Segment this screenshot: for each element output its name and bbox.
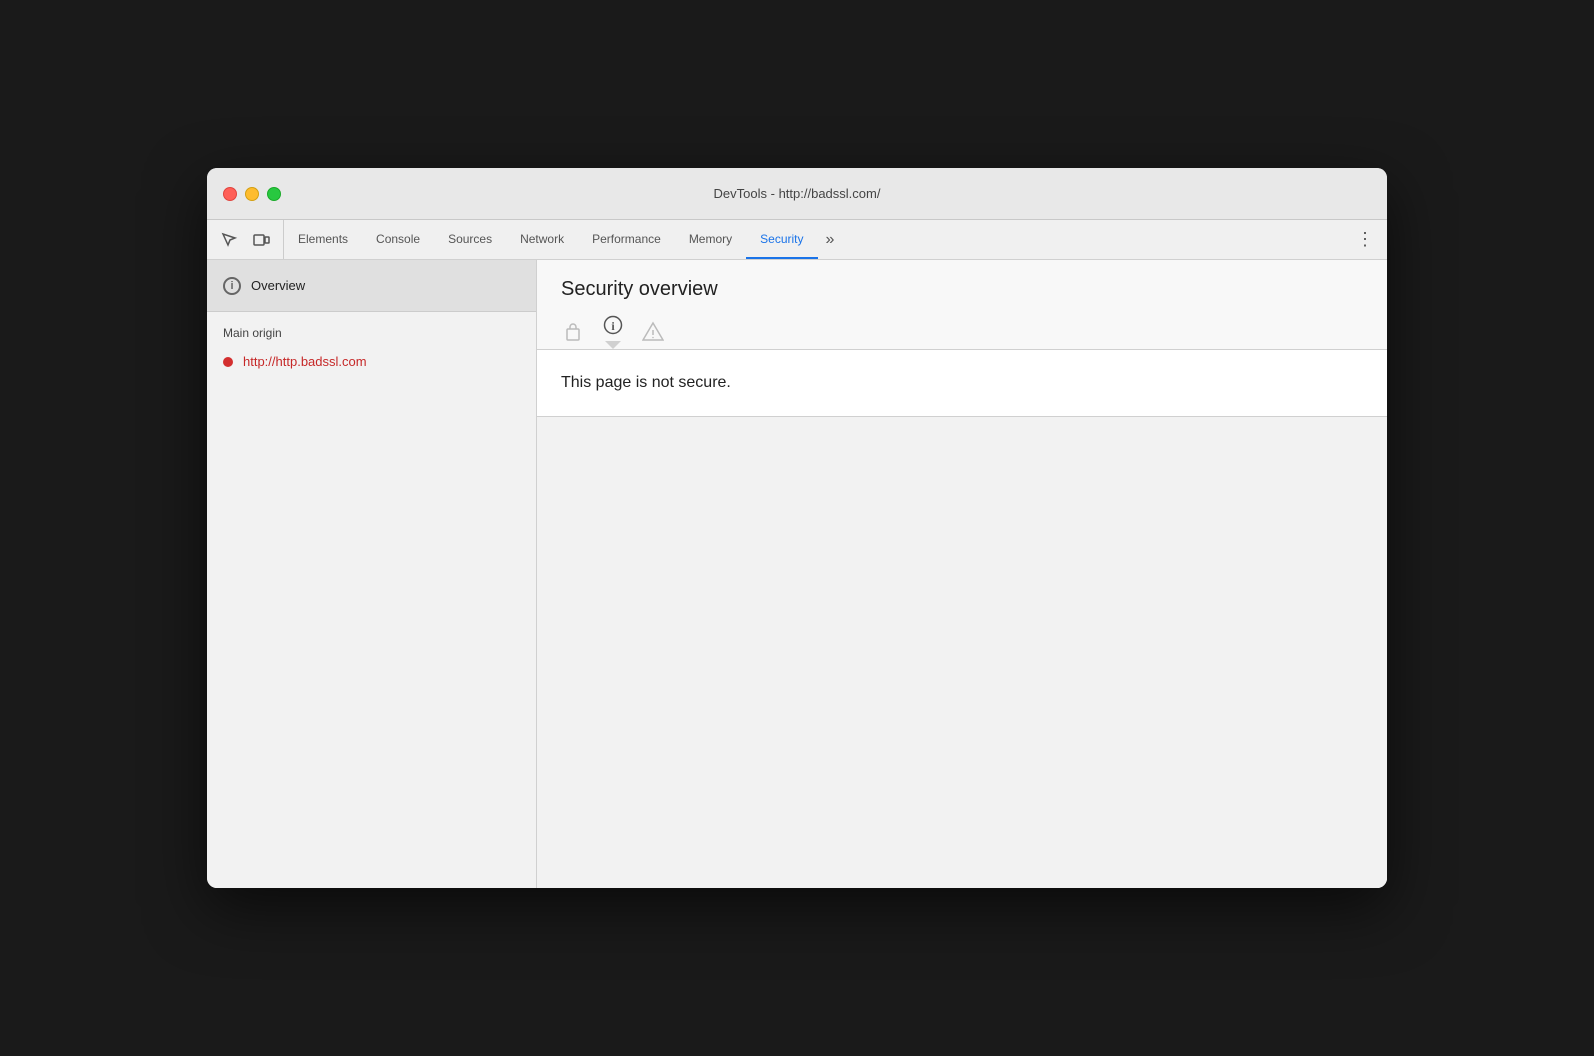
sidebar: i Overview Main origin http://http.badss…	[207, 260, 537, 888]
tab-console[interactable]: Console	[362, 220, 434, 259]
minimize-button[interactable]	[245, 187, 259, 201]
tab-network[interactable]: Network	[506, 220, 578, 259]
info-icon-active: i	[601, 313, 625, 349]
close-button[interactable]	[223, 187, 237, 201]
tab-sources[interactable]: Sources	[434, 220, 506, 259]
security-overview-title: Security overview	[537, 260, 1387, 301]
panel-body	[537, 417, 1387, 888]
toolbar-left	[215, 220, 284, 259]
tab-more-button[interactable]: »	[818, 220, 843, 259]
main-content: i Overview Main origin http://http.badss…	[207, 260, 1387, 888]
info-circle-icon: i	[223, 277, 241, 295]
window-title: DevTools - http://badssl.com/	[714, 186, 881, 201]
device-mode-icon[interactable]	[247, 226, 275, 254]
traffic-lights	[207, 187, 281, 201]
security-panel: Security overview i	[537, 260, 1387, 888]
main-origin-label: Main origin	[207, 312, 536, 348]
tab-bar: Elements Console Sources Network Perform…	[207, 220, 1387, 260]
maximize-button[interactable]	[267, 187, 281, 201]
title-bar: DevTools - http://badssl.com/	[207, 168, 1387, 220]
warning-icon	[641, 319, 665, 343]
tab-memory[interactable]: Memory	[675, 220, 746, 259]
overview-label: Overview	[251, 278, 305, 293]
lock-icon	[561, 319, 585, 343]
svg-text:i: i	[611, 319, 615, 333]
sidebar-overview-item[interactable]: i Overview	[207, 260, 536, 312]
security-message: This page is not secure.	[537, 350, 1387, 417]
tab-bar-right: ⋮	[1351, 220, 1387, 259]
tab-security[interactable]: Security	[746, 220, 817, 259]
info-icon: i	[601, 313, 625, 337]
inspect-icon[interactable]	[215, 226, 243, 254]
more-options-button[interactable]: ⋮	[1351, 226, 1379, 254]
caret-down-icon	[605, 341, 621, 349]
devtools-window: DevTools - http://badssl.com/ Elements C	[207, 168, 1387, 888]
origin-status-dot	[223, 357, 233, 367]
origin-link[interactable]: http://http.badssl.com	[243, 354, 367, 369]
origin-item[interactable]: http://http.badssl.com	[207, 348, 536, 375]
security-icons-row: i	[537, 301, 1387, 349]
tab-elements[interactable]: Elements	[284, 220, 362, 259]
tab-performance[interactable]: Performance	[578, 220, 675, 259]
tabs: Elements Console Sources Network Perform…	[284, 220, 842, 259]
